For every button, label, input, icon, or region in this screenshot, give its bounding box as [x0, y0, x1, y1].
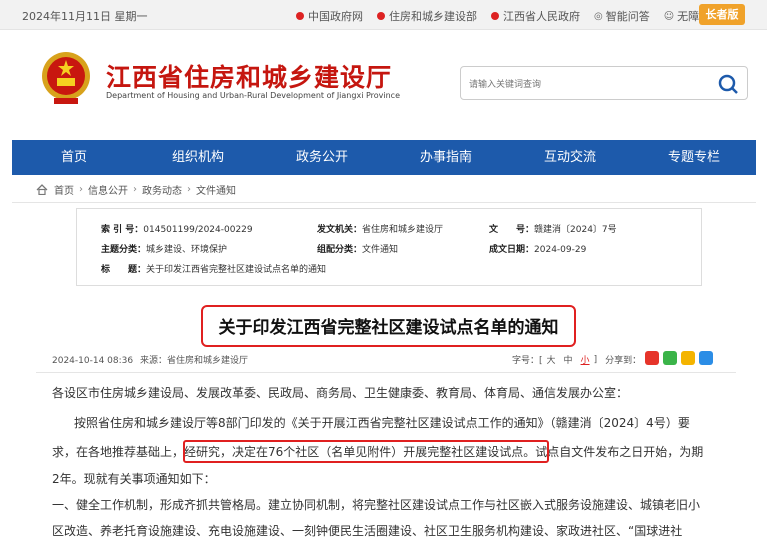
breadcrumb-separator: › [133, 184, 137, 195]
top-link-jiangxi[interactable]: 江西省人民政府 [491, 8, 580, 24]
font-size-tools: 字号：[ 大 中 小 ] 分享到： [512, 353, 642, 367]
font-size-large[interactable]: 大 [547, 353, 556, 366]
share-label: 分享到： [605, 356, 642, 366]
divider [12, 202, 756, 203]
national-emblem-icon [42, 52, 90, 104]
headset-icon: ◎ [594, 10, 603, 22]
emblem-icon [491, 12, 499, 20]
paragraph-intro-line1: 按照省住房和城乡建设厅等8部门印发的《关于开展江西省完整社区建设试点工作的通知》… [74, 416, 690, 430]
emblem-icon [377, 12, 385, 20]
top-bar: 2024年11月11日 星期一 中国政府网 住房和城乡建设部 江西省人民政府 ◎… [0, 0, 767, 30]
font-size-medium[interactable]: 中 [564, 353, 573, 366]
search-icon[interactable] [715, 71, 741, 97]
top-link-qa[interactable]: ◎ 智能问答 [594, 8, 650, 24]
meta-docno: 文 号：赣建消〔2024〕7号 [489, 225, 617, 235]
article-source: 来源：省住房和城乡建设厅 [139, 356, 248, 366]
breadcrumb-info-public[interactable]: 信息公开 [88, 182, 128, 197]
document-meta-box: 索 引 号：014501199/2024-00229 发文机关：省住房和城乡建设… [76, 208, 702, 286]
nav-item-public-affairs[interactable]: 政务公开 [260, 140, 384, 175]
article-info: 2024-10-14 08:36 来源：省住房和城乡建设厅 [52, 353, 248, 366]
meta-issuer: 发文机关：省住房和城乡建设厅 [317, 225, 444, 235]
search-input[interactable] [469, 75, 699, 93]
qq-icon[interactable] [699, 351, 713, 365]
breadcrumb-separator: › [187, 184, 191, 195]
nav-item-service-guide[interactable]: 办事指南 [384, 140, 508, 175]
top-link-gov[interactable]: 中国政府网 [296, 8, 363, 24]
top-link-mohurd[interactable]: 住房和城乡建设部 [377, 8, 477, 24]
nav-item-home[interactable]: 首页 [12, 140, 136, 175]
elder-mode-button[interactable]: 长者版 [699, 4, 745, 25]
share-icons [645, 351, 713, 365]
paragraph-item1-line2: 区改造、养老托育设施建设、充电设施建设、一刻钟便民生活圈建设、社区卫生服务机构建… [52, 524, 683, 538]
site-title[interactable]: 江西省住房和城乡建设厅 [106, 58, 392, 94]
meta-index: 索 引 号：014501199/2024-00229 [101, 225, 253, 235]
paragraph-addressee: 各设区市住房城乡建设局、发展改革委、民政局、商务局、卫生健康委、教育局、体育局、… [52, 386, 629, 400]
nav-item-special-topics[interactable]: 专题专栏 [632, 140, 756, 175]
meta-date: 成文日期：2024-09-29 [489, 245, 587, 255]
current-date: 2024年11月11日 星期一 [22, 10, 148, 23]
meta-topic: 主题分类：城乡建设、环境保护 [101, 245, 228, 255]
top-links: 中国政府网 住房和城乡建设部 江西省人民政府 ◎智能问答 ☺无障碍浏览 [296, 8, 746, 24]
paragraph-item1-line1: 一、健全工作机制，形成齐抓共管格局。建立协同机制，将完整社区建设试点工作与社区嵌… [52, 498, 701, 512]
breadcrumb-separator: › [79, 184, 83, 195]
divider [36, 372, 736, 373]
breadcrumb-notices[interactable]: 文件通知 [196, 182, 236, 197]
weibo-icon[interactable] [645, 351, 659, 365]
article-title: 关于印发江西省完整社区建设试点名单的通知 [218, 318, 559, 338]
main-nav: 首页 组织机构 政务公开 办事指南 互动交流 专题专栏 [12, 140, 756, 175]
wechat-icon[interactable] [663, 351, 677, 365]
breadcrumb-news[interactable]: 政务动态 [142, 182, 182, 197]
site-subtitle: Department of Housing and Urban-Rural De… [106, 91, 400, 100]
meta-subject: 标 题：关于印发江西省完整社区建设试点名单的通知 [101, 265, 327, 275]
paragraph-intro-line3: 2年。现就有关事项通知如下： [52, 472, 216, 486]
nav-item-interaction[interactable]: 互动交流 [508, 140, 632, 175]
search-box [460, 66, 748, 100]
qzone-icon[interactable] [681, 351, 695, 365]
font-size-small[interactable]: 小 [581, 353, 590, 366]
breadcrumb: 首页 › 信息公开 › 政务动态 › 文件通知 [36, 182, 236, 197]
site-header: 江西省住房和城乡建设厅 Department of Housing and Ur… [12, 30, 756, 140]
breadcrumb-home[interactable]: 首页 [54, 182, 74, 197]
meta-genre: 组配分类：文件通知 [317, 245, 399, 255]
emblem-icon [296, 12, 304, 20]
publish-datetime: 2024-10-14 08:36 [52, 356, 134, 366]
accessibility-icon: ☺ [663, 10, 675, 22]
sentence-highlight-box [183, 440, 549, 463]
home-icon [36, 184, 48, 195]
nav-item-organization[interactable]: 组织机构 [136, 140, 260, 175]
